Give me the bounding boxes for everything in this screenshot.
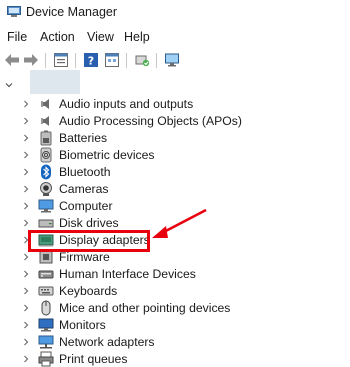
- network-adapter-icon: [38, 335, 54, 349]
- svg-text:?: ?: [88, 55, 94, 68]
- chevron-right-icon[interactable]: [22, 201, 30, 211]
- help-icon: ?: [84, 53, 98, 68]
- toolbar-separator: [75, 53, 76, 68]
- tree-item-computer[interactable]: Computer: [0, 198, 330, 215]
- computer-name-redacted: [30, 70, 80, 94]
- tree-item-label: Audio Processing Objects (APOs): [59, 114, 242, 128]
- chevron-down-icon[interactable]: [4, 80, 14, 90]
- chevron-right-icon[interactable]: [22, 150, 30, 160]
- mouse-icon: [41, 300, 51, 316]
- bluetooth-icon: [41, 164, 51, 180]
- tree-item-monitors[interactable]: Monitors: [0, 317, 330, 334]
- menu-help[interactable]: Help: [124, 29, 150, 45]
- chevron-right-icon[interactable]: [22, 167, 30, 177]
- properties-button[interactable]: [52, 51, 70, 69]
- speaker-icon: [41, 116, 49, 126]
- scan-hardware-icon: [135, 55, 150, 67]
- tree-item-batteries[interactable]: Batteries: [0, 130, 330, 147]
- speaker-icon: [41, 99, 49, 109]
- monitor-icon: [165, 53, 179, 67]
- menu-action[interactable]: Action: [40, 29, 75, 45]
- tree-item-print-queues[interactable]: Print queues: [0, 351, 330, 367]
- back-arrow-icon: [5, 54, 19, 66]
- monitor-button[interactable]: [163, 51, 181, 69]
- chevron-right-icon[interactable]: [22, 133, 30, 143]
- fingerprint-icon: [40, 147, 52, 163]
- chevron-right-icon[interactable]: [22, 218, 30, 228]
- show-hidden-button[interactable]: [103, 51, 121, 69]
- back-button[interactable]: [3, 51, 21, 69]
- toolbar-separator: [126, 53, 127, 68]
- computer-icon: [38, 199, 54, 213]
- printer-icon: [38, 351, 54, 367]
- scan-hardware-button[interactable]: [133, 51, 151, 69]
- tree-item-audio-processing-objects-apos[interactable]: Audio Processing Objects (APOs): [0, 113, 330, 130]
- toolbar: ?: [0, 51, 350, 71]
- highlight-box: [28, 230, 150, 252]
- tree-item-label: Batteries: [59, 131, 108, 145]
- tree-item-label: Disk drives: [59, 216, 119, 230]
- tree-item-label: Network adapters: [59, 335, 155, 349]
- device-manager-icon: [7, 6, 21, 17]
- toolbar-separator: [156, 53, 157, 68]
- tree-item-label: Print queues: [59, 352, 128, 366]
- forward-arrow-icon: [24, 54, 38, 66]
- menu-file[interactable]: File: [7, 29, 27, 45]
- tree-item-label: Audio inputs and outputs: [59, 97, 194, 111]
- chevron-right-icon[interactable]: [22, 116, 30, 126]
- tree-item-human-interface-devices[interactable]: Human Interface Devices: [0, 266, 330, 283]
- tree-item-keyboards[interactable]: Keyboards: [0, 283, 330, 300]
- tree-item-cameras[interactable]: Cameras: [0, 181, 330, 198]
- chevron-right-icon[interactable]: [22, 252, 30, 262]
- tree-item-biometric-devices[interactable]: Biometric devices: [0, 147, 330, 164]
- menu-view[interactable]: View: [87, 29, 114, 45]
- tree-item-label: Keyboards: [59, 284, 118, 298]
- tree-item-label: Biometric devices: [59, 148, 155, 162]
- disk-drive-icon: [38, 219, 54, 228]
- chevron-right-icon[interactable]: [22, 99, 30, 109]
- properties-icon: [54, 53, 68, 67]
- battery-icon: [40, 130, 52, 146]
- chevron-right-icon[interactable]: [22, 354, 30, 364]
- forward-button[interactable]: [22, 51, 40, 69]
- tree-item-label: Cameras: [59, 182, 109, 196]
- title-bar: Device Manager: [0, 0, 350, 24]
- chevron-right-icon[interactable]: [22, 286, 30, 296]
- tree-item-label: Mice and other pointing devices: [59, 301, 231, 315]
- toolbar-separator: [45, 53, 46, 68]
- tree-item-bluetooth[interactable]: Bluetooth: [0, 164, 330, 181]
- tree-item-label: Bluetooth: [59, 165, 111, 179]
- tree-item-label: Human Interface Devices: [59, 267, 196, 281]
- camera-icon: [40, 182, 52, 196]
- chevron-right-icon[interactable]: [22, 303, 30, 313]
- chevron-right-icon[interactable]: [22, 184, 30, 194]
- show-hidden-icon: [105, 53, 119, 67]
- tree-item-network-adapters[interactable]: Network adapters: [0, 334, 330, 351]
- tree-item-audio-inputs-and-outputs[interactable]: Audio inputs and outputs: [0, 96, 330, 113]
- help-button[interactable]: ?: [82, 51, 100, 69]
- monitor-icon: [38, 318, 54, 332]
- tree-item-mice-and-other-pointing-devices[interactable]: Mice and other pointing devices: [0, 300, 330, 317]
- menu-bar: File Action View Help: [0, 29, 350, 47]
- tree-item-label: Firmware: [59, 250, 110, 264]
- tree-item-label: Computer: [59, 199, 113, 213]
- hid-icon: [38, 270, 54, 279]
- window-title: Device Manager: [26, 5, 118, 19]
- tree-item-label: Monitors: [59, 318, 106, 332]
- chevron-right-icon[interactable]: [22, 269, 30, 279]
- keyboard-icon: [38, 286, 54, 296]
- chevron-right-icon[interactable]: [22, 320, 30, 330]
- chevron-right-icon[interactable]: [22, 337, 30, 347]
